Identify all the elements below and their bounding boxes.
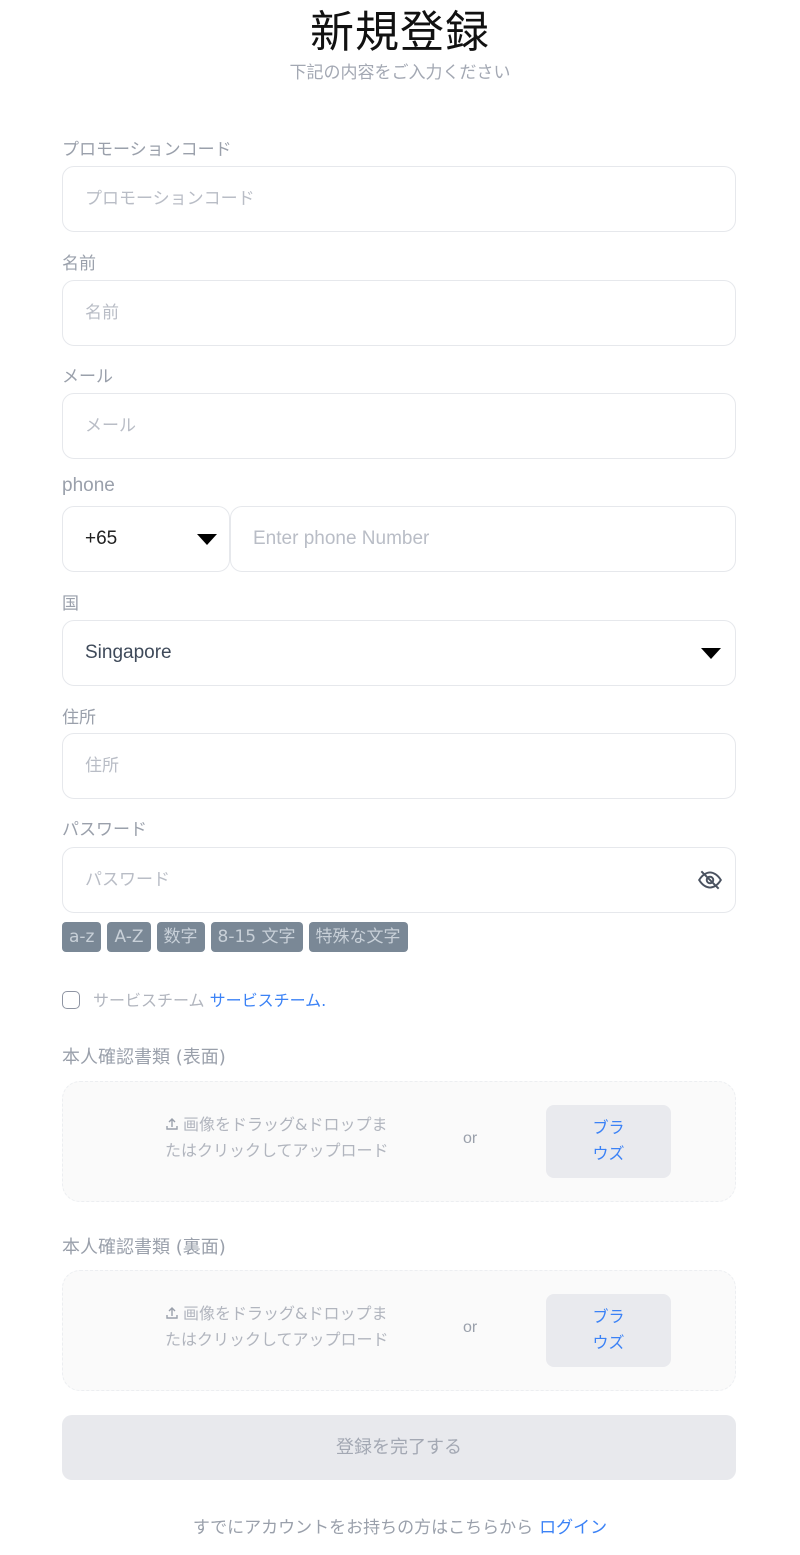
promo-input[interactable]: プロモーションコード [62,166,736,232]
id-back-label: 本人確認書類 (裏面) [62,1237,226,1258]
upload-icon [166,1307,178,1319]
promo-placeholder: プロモーションコード [85,189,255,209]
password-rules: a-z A-Z 数字 8-15 文字 特殊な文字 [62,922,408,952]
eye-off-icon[interactable] [697,867,723,893]
name-label: 名前 [62,254,96,274]
address-placeholder: 住所 [85,756,119,776]
country-select[interactable]: Singapore [62,620,736,686]
terms-suffix: . [321,991,327,1010]
email-label: メール [62,367,113,387]
promo-label: プロモーションコード [62,140,232,160]
rule-chip-uppercase: A-Z [107,922,151,952]
submit-button[interactable]: 登録を完了する [62,1415,736,1480]
country-value: Singapore [85,642,172,663]
password-label: パスワード [62,820,147,840]
caret-down-icon [701,648,721,659]
rule-chip-length: 8-15 文字 [210,922,303,952]
id-back-dropzone[interactable]: 画像をドラッグ&ドロップまたはクリックしてアップロード or ブラウズ [62,1270,736,1391]
id-back-browse-button[interactable]: ブラウズ [546,1294,671,1367]
phone-code-select[interactable]: +65 [62,506,230,572]
id-back-hint: 画像をドラッグ&ドロップまたはクリックしてアップロード [165,1304,389,1349]
id-front-label: 本人確認書類 (表面) [62,1047,226,1068]
rule-chip-lowercase: a-z [62,922,102,952]
phone-code-value: +65 [85,528,118,549]
name-input[interactable]: 名前 [62,280,736,346]
id-back-hint-wrap: 画像をドラッグ&ドロップまたはクリックしてアップロード [165,1301,395,1353]
password-placeholder: パスワード [85,870,170,890]
id-front-hint: 画像をドラッグ&ドロップまたはクリックしてアップロード [165,1115,389,1160]
terms-checkbox[interactable] [62,991,80,1009]
id-front-or: or [463,1130,478,1147]
rule-chip-special: 特殊な文字 [308,922,408,952]
terms-link[interactable]: サービスチーム [210,991,322,1010]
login-prompt: すでにアカウントをお持ちの方はこちらから ログイン [0,1513,800,1538]
page-title: 新規登録 [310,7,490,58]
terms-label: サービスチーム [93,991,205,1010]
email-input[interactable]: メール [62,393,736,459]
login-link[interactable]: ログイン [539,1518,607,1538]
rule-chip-number: 数字 [156,922,205,952]
caret-down-icon [197,534,217,545]
upload-icon [166,1118,178,1130]
email-placeholder: メール [85,416,136,436]
id-front-hint-wrap: 画像をドラッグ&ドロップまたはクリックしてアップロード [165,1112,395,1164]
phone-placeholder: Enter phone Number [253,528,430,549]
address-label: 住所 [62,708,96,728]
page-subtitle: 下記の内容をご入力ください [289,63,511,83]
id-back-or: or [463,1319,478,1336]
phone-number-input[interactable]: Enter phone Number [230,506,736,572]
id-front-browse-button[interactable]: ブラウズ [546,1105,671,1178]
password-input[interactable]: パスワード [62,847,736,913]
name-placeholder: 名前 [85,303,119,323]
phone-label: phone [62,475,115,496]
login-prompt-text: すでにアカウントをお持ちの方はこちらから [192,1518,534,1538]
country-label: 国 [62,594,79,614]
terms-text: サービスチーム サービスチーム. [93,987,326,1011]
id-front-dropzone[interactable]: 画像をドラッグ&ドロップまたはクリックしてアップロード or ブラウズ [62,1081,736,1202]
address-input[interactable]: 住所 [62,733,736,799]
